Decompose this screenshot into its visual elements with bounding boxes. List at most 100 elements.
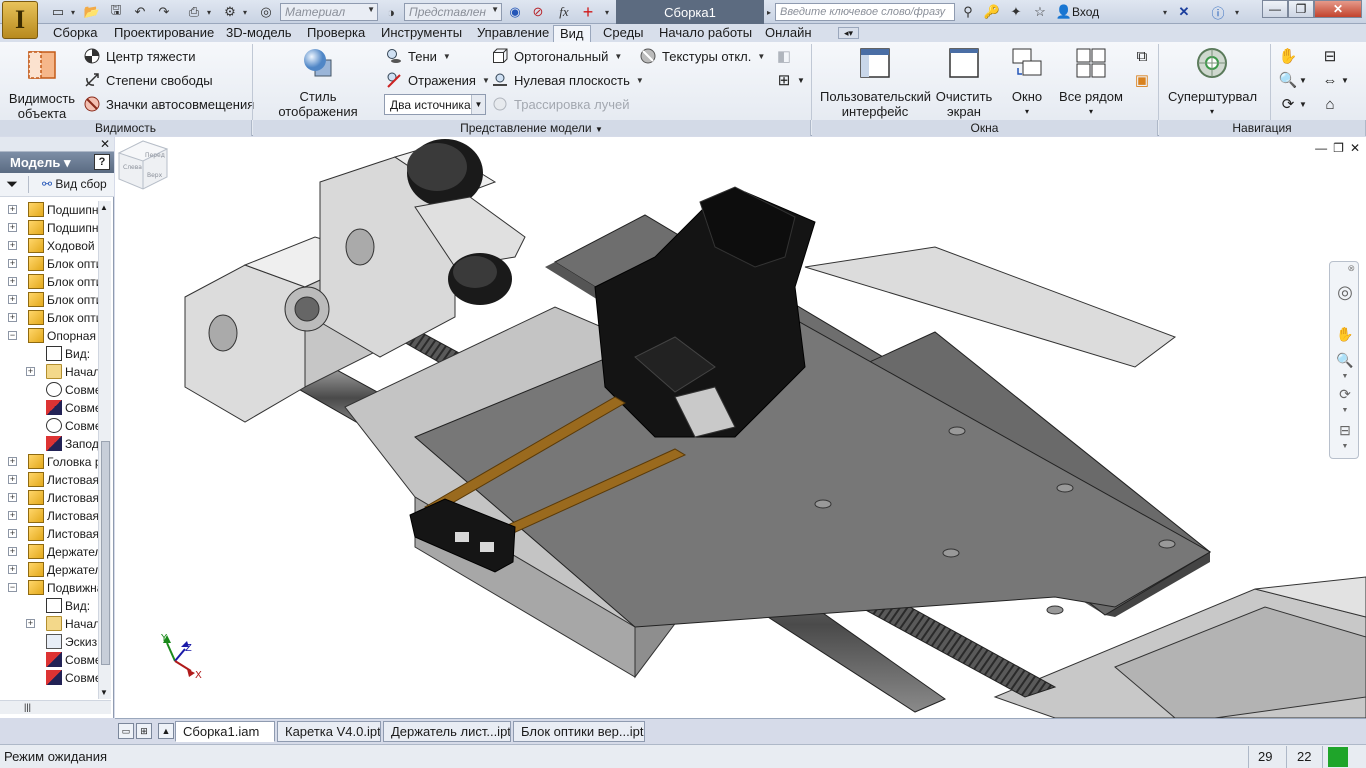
tree-node[interactable]: Совме bbox=[0, 399, 98, 417]
expand-icon[interactable]: + bbox=[8, 511, 17, 520]
save-icon[interactable]: 🖫 bbox=[106, 2, 126, 21]
tab-view[interactable]: Вид bbox=[553, 25, 591, 42]
expand-icon[interactable]: + bbox=[8, 223, 17, 232]
tree-node[interactable]: + Начал bbox=[0, 363, 98, 381]
expand-icon[interactable]: + bbox=[8, 457, 17, 466]
tree-node[interactable]: + Блок опти bbox=[0, 255, 98, 273]
print-icon[interactable]: ⎙ bbox=[184, 3, 204, 21]
tree-node[interactable]: − Опорная bbox=[0, 327, 98, 345]
doc-minimize-icon[interactable]: — bbox=[1315, 141, 1327, 155]
appearance-panel-title[interactable]: Представление модели ▼ bbox=[253, 120, 811, 136]
horizontal-scroll-thumb[interactable]: ||| bbox=[24, 702, 31, 712]
scroll-up-icon[interactable]: ▲ bbox=[100, 203, 108, 212]
document-tab-carriage[interactable]: Каретка V4.0.ipt bbox=[277, 721, 381, 742]
browser-title-dropdown[interactable]: Модель ▾ bbox=[10, 155, 70, 171]
new-file-icon[interactable]: ▭ bbox=[48, 3, 68, 21]
doc-close-icon[interactable]: ✕ bbox=[1350, 141, 1360, 155]
tree-node[interactable]: + Начал bbox=[0, 615, 98, 633]
material-combo[interactable]: Материал ▼ bbox=[280, 3, 378, 21]
browser-grip[interactable]: ✕ bbox=[0, 137, 114, 152]
filter-funnel-icon[interactable]: ⏷ bbox=[6, 176, 18, 193]
expand-icon[interactable]: + bbox=[8, 259, 17, 268]
help-icon[interactable]: ⓘ bbox=[1208, 3, 1228, 21]
ground-plane-button[interactable]: Нулевая плоскость ▼ bbox=[492, 70, 644, 90]
clean-screen-button[interactable]: Очистить экран bbox=[934, 46, 994, 119]
parameters-icon[interactable]: fx bbox=[554, 3, 574, 21]
orthographic-button[interactable]: Ортогональный ▼ bbox=[492, 46, 622, 66]
ray-tracing-button[interactable]: Трассировка лучей bbox=[492, 94, 629, 114]
pan-hand-icon[interactable]: ✋ bbox=[1278, 46, 1298, 66]
center-of-gravity-button[interactable]: Центр тяжести bbox=[84, 46, 195, 66]
tree-node[interactable]: + Подшипни bbox=[0, 219, 98, 237]
tree-node[interactable]: + Ходовой в bbox=[0, 237, 98, 255]
collapse-icon[interactable]: − bbox=[8, 583, 17, 592]
browser-vertical-scrollbar[interactable]: ▲ ▼ bbox=[98, 201, 111, 699]
look-at-icon[interactable]: ⊟ bbox=[1320, 46, 1340, 66]
tab-environments[interactable]: Среды bbox=[603, 25, 644, 42]
navbar-pan-icon[interactable]: ✋ bbox=[1335, 324, 1355, 344]
tab-tools[interactable]: Инструменты bbox=[381, 25, 462, 42]
browser-help-icon[interactable]: ? bbox=[94, 154, 110, 170]
binoculars-icon[interactable]: ⚲ bbox=[958, 3, 978, 21]
sign-in-dropdown-icon[interactable]: ▾ bbox=[1160, 3, 1170, 21]
tree-node[interactable]: Совме bbox=[0, 417, 98, 435]
expand-search-icon[interactable]: ▸ bbox=[764, 3, 774, 21]
color-wheel-icon[interactable]: ◑ bbox=[381, 3, 401, 21]
expand-icon[interactable]: + bbox=[8, 565, 17, 574]
restore-button[interactable]: ❐ bbox=[1288, 0, 1314, 18]
clear-appearance-icon[interactable]: ◉ bbox=[505, 3, 525, 21]
browser-horizontal-scrollbar[interactable]: ||| bbox=[0, 700, 111, 714]
tree-node[interactable]: + Держател bbox=[0, 543, 98, 561]
document-list-icon[interactable]: ▲ bbox=[158, 723, 174, 739]
tree-node[interactable]: Вид: bbox=[0, 597, 98, 615]
object-visibility-button[interactable]: Видимость объекта bbox=[8, 48, 76, 121]
half-section-icon[interactable]: ◧ bbox=[774, 46, 794, 66]
assembly-model-render[interactable]: Y Z X bbox=[115, 137, 1366, 718]
user-interface-button[interactable]: Пользовательский интерфейс bbox=[820, 46, 931, 119]
clear-override-icon[interactable]: ⊘ bbox=[528, 3, 548, 21]
steering-wheels-button[interactable]: Суперштурвал ▾ bbox=[1168, 46, 1257, 119]
close-button[interactable]: ✕ bbox=[1314, 0, 1362, 18]
tab-online[interactable]: Онлайн bbox=[765, 25, 812, 42]
orbit-icon[interactable]: ⟳ bbox=[1278, 94, 1298, 114]
subscription-key-icon[interactable]: 🔑 bbox=[982, 3, 1002, 21]
redo-icon[interactable]: ↷ bbox=[154, 3, 174, 21]
expand-icon[interactable]: + bbox=[8, 241, 17, 250]
expand-icon[interactable]: + bbox=[26, 619, 35, 628]
update-icon[interactable]: ◎ bbox=[256, 3, 276, 21]
doc-restore-icon[interactable]: ❐ bbox=[1333, 141, 1344, 155]
cascade-windows-icon[interactable]: ⧉ bbox=[1132, 46, 1152, 66]
expand-icon[interactable]: + bbox=[8, 547, 17, 556]
reflections-button[interactable]: Отражения ▼ bbox=[386, 70, 490, 90]
projects-dropdown-icon[interactable]: ▾ bbox=[240, 3, 250, 21]
print-dropdown-icon[interactable]: ▾ bbox=[204, 3, 214, 21]
tree-node[interactable]: Совме bbox=[0, 669, 98, 687]
minimize-button[interactable]: — bbox=[1262, 0, 1288, 18]
communication-center-icon[interactable]: ✦ bbox=[1006, 3, 1026, 21]
tree-node[interactable]: Запод bbox=[0, 435, 98, 453]
undo-icon[interactable]: ↶ bbox=[130, 3, 150, 21]
tree-node[interactable]: Эскиз bbox=[0, 633, 98, 651]
ribbon-minimize-toggle[interactable]: ◂▾ bbox=[838, 27, 860, 39]
add-icon[interactable]: + bbox=[578, 2, 598, 22]
expand-icon[interactable]: + bbox=[8, 475, 17, 484]
zoom-all-dropdown-icon[interactable]: ▼ bbox=[1340, 70, 1350, 90]
zoom-icon[interactable]: 🔍 bbox=[1278, 70, 1298, 90]
expand-icon[interactable]: + bbox=[8, 493, 17, 502]
open-folder-icon[interactable]: 📂 bbox=[82, 3, 102, 21]
tree-node[interactable]: + Подшипни bbox=[0, 201, 98, 219]
tab-3d-model[interactable]: 3D-модель bbox=[226, 25, 292, 42]
favorites-star-icon[interactable]: ☆ bbox=[1030, 3, 1050, 21]
orbit-dropdown-icon[interactable]: ▼ bbox=[1298, 94, 1308, 114]
navbar-look-at-dropdown-icon[interactable]: ▼ bbox=[1335, 436, 1355, 456]
zoom-all-icon[interactable]: ⇔ bbox=[1320, 70, 1340, 90]
graphics-window[interactable]: Y Z X — ❐ ✕ Перед Слева Верх ⊗ ◎ ✋ 🔍 ▼ ⟳… bbox=[115, 137, 1366, 718]
help-dropdown-icon[interactable]: ▾ bbox=[1232, 3, 1242, 21]
tree-node[interactable]: + Листовая bbox=[0, 489, 98, 507]
lighting-dropdown-icon[interactable]: ▼ bbox=[471, 95, 485, 114]
viewcube[interactable]: Перед Слева Верх bbox=[115, 137, 171, 193]
tree-node[interactable]: + Блок опти bbox=[0, 291, 98, 309]
tab-manage[interactable]: Управление bbox=[477, 25, 549, 42]
browser-close-icon[interactable]: ✕ bbox=[100, 137, 110, 151]
tab-design[interactable]: Проектирование bbox=[114, 25, 214, 42]
